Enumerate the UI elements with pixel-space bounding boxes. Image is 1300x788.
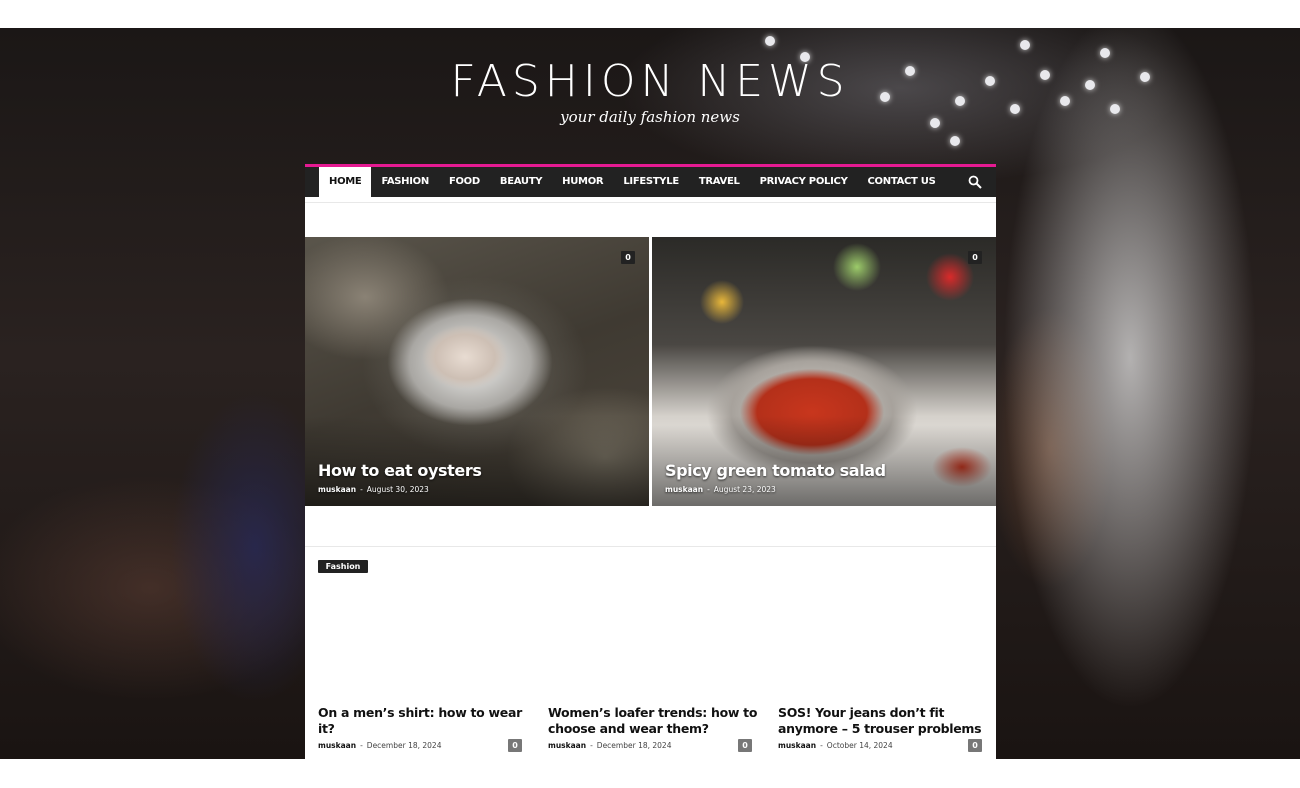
post-author[interactable]: muskaan bbox=[778, 741, 816, 750]
nav-item-home[interactable]: HOME bbox=[319, 167, 372, 197]
nav-item-humor[interactable]: HUMOR bbox=[552, 167, 613, 197]
featured-post-meta: muskaan - August 23, 2023 bbox=[665, 485, 776, 494]
post-title[interactable]: SOS! Your jeans don’t fit anymore – 5 tr… bbox=[778, 705, 988, 737]
post-date: August 30, 2023 bbox=[366, 485, 429, 494]
featured-post-title[interactable]: How to eat oysters bbox=[318, 461, 482, 480]
meta-separator: - bbox=[360, 741, 363, 750]
meta-separator: - bbox=[707, 485, 710, 494]
post-date: December 18, 2024 bbox=[596, 741, 672, 750]
post-author[interactable]: muskaan bbox=[318, 741, 356, 750]
post-author[interactable]: muskaan bbox=[665, 485, 703, 494]
comment-count-badge[interactable]: 0 bbox=[508, 739, 522, 752]
nav-item-fashion[interactable]: FASHION bbox=[371, 167, 439, 197]
post-author[interactable]: muskaan bbox=[318, 485, 356, 494]
nav-divider bbox=[305, 202, 996, 203]
nav-item-food[interactable]: FOOD bbox=[439, 167, 490, 197]
main-content: HOME FASHION FOOD BEAUTY HUMOR LIFESTYLE… bbox=[305, 164, 996, 759]
post-title[interactable]: Women’s loafer trends: how to choose and… bbox=[548, 705, 758, 737]
featured-post-title[interactable]: Spicy green tomato salad bbox=[665, 461, 886, 480]
section-divider bbox=[305, 546, 996, 547]
featured-post-tomato-salad[interactable]: 0 Spicy green tomato salad muskaan - Augus… bbox=[652, 237, 996, 506]
meta-separator: - bbox=[820, 741, 823, 750]
nav-item-privacy-policy[interactable]: PRIVACY POLICY bbox=[750, 167, 858, 197]
post-meta: muskaan - October 14, 2024 0 bbox=[778, 739, 988, 752]
category-badge-fashion[interactable]: Fashion bbox=[318, 560, 368, 573]
main-nav: HOME FASHION FOOD BEAUTY HUMOR LIFESTYLE… bbox=[305, 164, 996, 197]
post-card: Women’s loafer trends: how to choose and… bbox=[548, 705, 758, 752]
comment-count-badge[interactable]: 0 bbox=[968, 251, 982, 264]
featured-post-meta: muskaan - August 30, 2023 bbox=[318, 485, 429, 494]
nav-item-contact-us[interactable]: CONTACT US bbox=[858, 167, 946, 197]
post-title[interactable]: On a men’s shirt: how to wear it? bbox=[318, 705, 528, 737]
nav-item-beauty[interactable]: BEAUTY bbox=[490, 167, 552, 197]
site-logo[interactable]: FASHION NEWS bbox=[0, 56, 1300, 107]
post-date: August 23, 2023 bbox=[713, 485, 776, 494]
post-meta: muskaan - December 18, 2024 0 bbox=[548, 739, 758, 752]
featured-post-oysters[interactable]: 0 How to eat oysters muskaan - August 30, … bbox=[305, 237, 649, 506]
comment-count-badge[interactable]: 0 bbox=[621, 251, 635, 264]
comment-count-badge[interactable]: 0 bbox=[968, 739, 982, 752]
site-header: FASHION NEWS your daily fashion news bbox=[0, 28, 1300, 164]
nav-item-lifestyle[interactable]: LIFESTYLE bbox=[613, 167, 689, 197]
post-card: SOS! Your jeans don’t fit anymore – 5 tr… bbox=[778, 705, 988, 752]
post-card: On a men’s shirt: how to wear it? muskaa… bbox=[318, 705, 528, 752]
nav-item-travel[interactable]: TRAVEL bbox=[689, 167, 750, 197]
meta-separator: - bbox=[590, 741, 593, 750]
search-icon[interactable] bbox=[968, 175, 982, 189]
post-date: December 18, 2024 bbox=[366, 741, 442, 750]
site-tagline: your daily fashion news bbox=[560, 108, 740, 126]
post-meta: muskaan - December 18, 2024 0 bbox=[318, 739, 528, 752]
post-author[interactable]: muskaan bbox=[548, 741, 586, 750]
post-date: October 14, 2024 bbox=[826, 741, 893, 750]
meta-separator: - bbox=[360, 485, 363, 494]
comment-count-badge[interactable]: 0 bbox=[738, 739, 752, 752]
